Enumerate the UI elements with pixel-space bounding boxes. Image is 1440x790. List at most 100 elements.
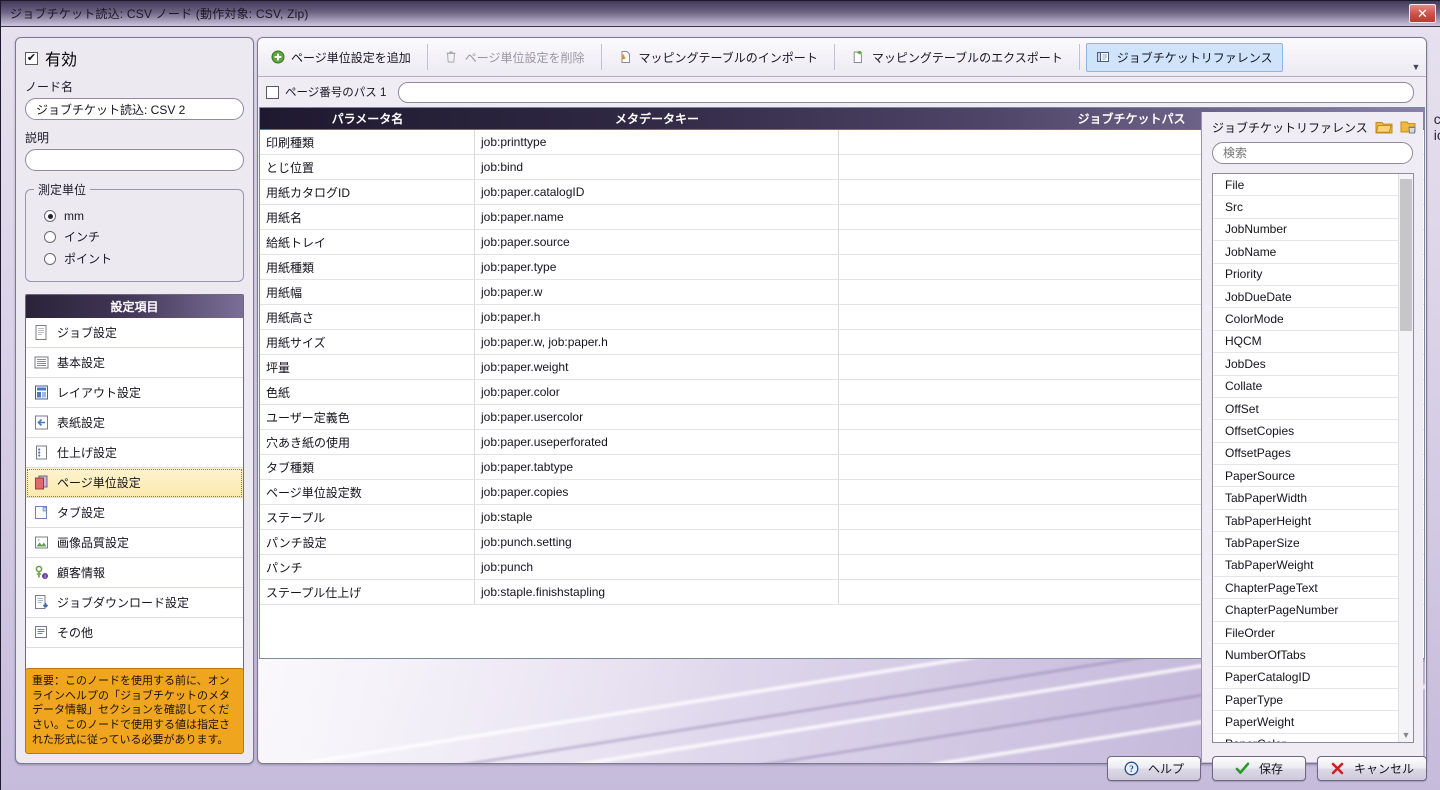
enabled-checkbox[interactable]: ✔ bbox=[25, 51, 38, 65]
description-input[interactable] bbox=[25, 149, 244, 171]
enabled-checkbox-row[interactable]: ✔ 有効 bbox=[25, 46, 244, 70]
reference-list-item[interactable]: File bbox=[1213, 174, 1399, 197]
chevron-down-icon[interactable]: ▼ bbox=[1399, 727, 1413, 742]
cell-metadata-key[interactable]: job:printtype bbox=[475, 130, 839, 154]
reference-list-item[interactable]: FileOrder bbox=[1213, 622, 1399, 645]
cell-metadata-key[interactable]: job:punch.setting bbox=[475, 530, 839, 554]
cell-parameter-name[interactable]: 坪量 bbox=[260, 355, 475, 379]
export-mapping-table-button[interactable]: マッピングテーブルのエクスポート bbox=[841, 43, 1073, 72]
cell-metadata-key[interactable]: job:paper.catalogID bbox=[475, 180, 839, 204]
reference-list-item[interactable]: PaperType bbox=[1213, 689, 1399, 712]
cell-metadata-key[interactable]: job:paper.useperforated bbox=[475, 430, 839, 454]
reference-list-item[interactable]: ChapterPageText bbox=[1213, 577, 1399, 600]
cell-metadata-key[interactable]: job:paper.weight bbox=[475, 355, 839, 379]
cell-metadata-key[interactable]: job:paper.color bbox=[475, 380, 839, 404]
cell-metadata-key[interactable]: job:paper.source bbox=[475, 230, 839, 254]
reference-list-item[interactable]: OffSet bbox=[1213, 398, 1399, 421]
cell-parameter-name[interactable]: ステープル bbox=[260, 505, 475, 529]
sidebar-item-cover-settings[interactable]: 表紙設定 bbox=[26, 408, 243, 438]
reference-list-item[interactable]: HQCM bbox=[1213, 331, 1399, 354]
cell-parameter-name[interactable]: 用紙カタログID bbox=[260, 180, 475, 204]
unit-option-point[interactable]: ポイント bbox=[44, 250, 235, 267]
reference-list-item[interactable]: ColorMode bbox=[1213, 308, 1399, 331]
cell-parameter-name[interactable]: 用紙種類 bbox=[260, 255, 475, 279]
cell-metadata-key[interactable]: job:paper.type bbox=[475, 255, 839, 279]
reference-list-item[interactable]: JobNumber bbox=[1213, 219, 1399, 242]
sidebar-item-image-quality-settings[interactable]: 画像品質設定 bbox=[26, 528, 243, 558]
sidebar-item-page-exception-settings[interactable]: ページ単位設定 bbox=[26, 468, 243, 498]
sidebar-item-job-download-settings[interactable]: ジョブダウンロード設定 bbox=[26, 588, 243, 618]
cell-parameter-name[interactable]: パンチ設定 bbox=[260, 530, 475, 554]
cell-metadata-key[interactable]: job:paper.tabtype bbox=[475, 455, 839, 479]
reference-list-item[interactable]: PaperColor bbox=[1213, 734, 1399, 742]
cell-metadata-key[interactable]: job:paper.copies bbox=[475, 480, 839, 504]
cell-metadata-key[interactable]: job:paper.usercolor bbox=[475, 405, 839, 429]
reference-list-item[interactable]: JobDueDate bbox=[1213, 286, 1399, 309]
cell-parameter-name[interactable]: 用紙名 bbox=[260, 205, 475, 229]
sidebar-item-basic-settings[interactable]: 基本設定 bbox=[26, 348, 243, 378]
reference-list-item[interactable]: Priority bbox=[1213, 264, 1399, 286]
cell-metadata-key[interactable]: job:punch bbox=[475, 555, 839, 579]
column-header-metadata-key[interactable]: メタデータキー bbox=[475, 108, 839, 129]
node-name-input[interactable] bbox=[25, 98, 244, 120]
close-icon[interactable]: close-icon bbox=[1432, 111, 1440, 143]
reference-list-item[interactable]: OffsetPages bbox=[1213, 443, 1399, 466]
cancel-button[interactable]: キャンセル bbox=[1316, 756, 1427, 781]
reference-list-item[interactable]: TabPaperWidth bbox=[1213, 487, 1399, 510]
unit-option-mm[interactable]: mm bbox=[44, 209, 235, 223]
delete-page-exception-button[interactable]: ページ単位設定を削除 bbox=[434, 43, 595, 72]
cell-metadata-key[interactable]: job:staple bbox=[475, 505, 839, 529]
reference-list-item[interactable]: NumberOfTabs bbox=[1213, 644, 1399, 667]
cell-parameter-name[interactable]: 用紙幅 bbox=[260, 280, 475, 304]
folder-open-icon[interactable] bbox=[1375, 119, 1393, 135]
folder-delete-icon[interactable] bbox=[1400, 119, 1418, 135]
reference-list-item[interactable]: OffsetCopies bbox=[1213, 420, 1399, 443]
sidebar-item-layout-settings[interactable]: レイアウト設定 bbox=[26, 378, 243, 408]
sidebar-item-other[interactable]: その他 bbox=[26, 618, 243, 648]
reference-list-item[interactable]: TabPaperWeight bbox=[1213, 555, 1399, 578]
reference-list-item[interactable]: PaperWeight bbox=[1213, 711, 1399, 734]
cell-parameter-name[interactable]: ユーザー定義色 bbox=[260, 405, 475, 429]
unit-option-inch[interactable]: インチ bbox=[44, 228, 235, 245]
page-number-path-input[interactable] bbox=[398, 81, 1414, 103]
cell-parameter-name[interactable]: ページ単位設定数 bbox=[260, 480, 475, 504]
cell-metadata-key[interactable]: job:paper.name bbox=[475, 205, 839, 229]
sidebar-item-customer-info[interactable]: i 顧客情報 bbox=[26, 558, 243, 588]
cell-parameter-name[interactable]: パンチ bbox=[260, 555, 475, 579]
help-button[interactable]: ? ヘルプ bbox=[1106, 756, 1201, 781]
radio-inch-icon[interactable] bbox=[44, 230, 56, 243]
sidebar-item-finishing-settings[interactable]: 仕上げ設定 bbox=[26, 438, 243, 468]
cell-parameter-name[interactable]: とじ位置 bbox=[260, 155, 475, 179]
save-button[interactable]: 保存 bbox=[1211, 756, 1306, 781]
reference-search-input[interactable] bbox=[1212, 142, 1413, 164]
radio-point-icon[interactable] bbox=[44, 252, 56, 265]
radio-mm-icon[interactable] bbox=[44, 210, 56, 222]
reference-list-item[interactable]: Src bbox=[1213, 196, 1399, 219]
reference-list-item[interactable]: JobDes bbox=[1213, 353, 1399, 376]
reference-list-item[interactable]: JobName bbox=[1213, 241, 1399, 264]
cell-metadata-key[interactable]: job:paper.w bbox=[475, 280, 839, 304]
reference-list-item[interactable]: Collate bbox=[1213, 376, 1399, 398]
cell-parameter-name[interactable]: 印刷種類 bbox=[260, 130, 475, 154]
reference-list-item[interactable]: PaperCatalogID bbox=[1213, 667, 1399, 689]
sidebar-item-tab-settings[interactable]: タブ設定 bbox=[26, 498, 243, 528]
reference-list-item[interactable]: TabPaperSize bbox=[1213, 532, 1399, 555]
cell-metadata-key[interactable]: job:bind bbox=[475, 155, 839, 179]
window-close-button[interactable]: ✕ bbox=[1409, 4, 1436, 23]
cell-parameter-name[interactable]: 穴あき紙の使用 bbox=[260, 430, 475, 454]
cell-parameter-name[interactable]: タブ種類 bbox=[260, 455, 475, 479]
cell-parameter-name[interactable]: 用紙高さ bbox=[260, 305, 475, 329]
page-number-path-checkbox[interactable] bbox=[266, 85, 279, 99]
job-ticket-reference-button[interactable]: ジョブチケットリファレンス bbox=[1085, 42, 1283, 72]
add-page-exception-button[interactable]: ページ単位設定を追加 bbox=[260, 43, 421, 72]
cell-parameter-name[interactable]: 給紙トレイ bbox=[260, 230, 475, 254]
cell-parameter-name[interactable]: 色紙 bbox=[260, 380, 475, 404]
cell-parameter-name[interactable]: ステープル仕上げ bbox=[260, 580, 475, 604]
reference-list-item[interactable]: TabPaperHeight bbox=[1213, 510, 1399, 533]
reference-list-item[interactable]: ChapterPageNumber bbox=[1213, 599, 1399, 622]
scrollbar-thumb[interactable] bbox=[1400, 179, 1412, 331]
cell-metadata-key[interactable]: job:paper.w, job:paper.h bbox=[475, 330, 839, 354]
sidebar-item-job-settings[interactable]: ジョブ設定 bbox=[26, 318, 243, 348]
reference-list-scrollbar[interactable]: ▲ ▼ bbox=[1398, 174, 1413, 742]
cell-parameter-name[interactable]: 用紙サイズ bbox=[260, 330, 475, 354]
